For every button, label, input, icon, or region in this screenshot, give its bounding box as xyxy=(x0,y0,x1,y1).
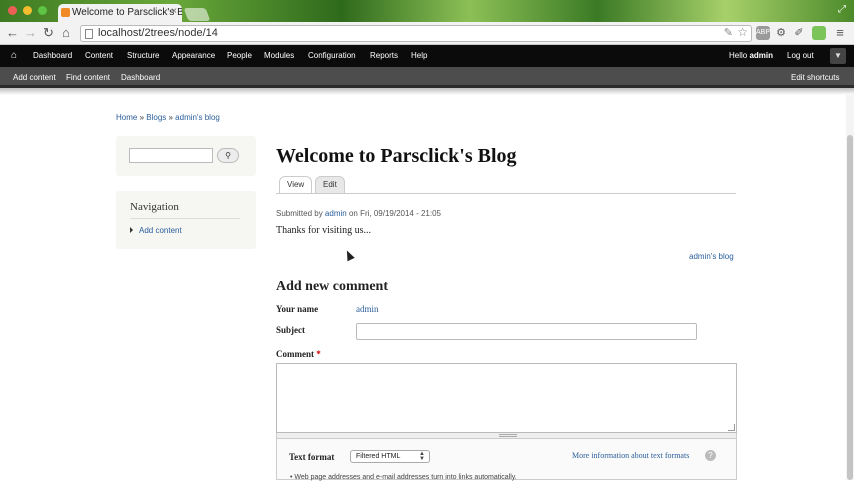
page-scrollbar[interactable] xyxy=(846,95,854,480)
breadcrumb: Home » Blogs » admin's blog xyxy=(116,113,220,122)
breadcrumb-separator: » xyxy=(137,113,147,122)
forward-arrow-icon[interactable]: → xyxy=(24,25,37,40)
close-window-button[interactable] xyxy=(8,6,17,15)
home-icon[interactable]: ⌂ xyxy=(62,25,70,40)
fullscreen-icon[interactable]: ⤢ xyxy=(838,4,846,15)
menu-configuration[interactable]: Configuration xyxy=(308,51,356,60)
blog-link[interactable]: admin's blog xyxy=(689,252,734,261)
drupal-favicon-icon xyxy=(61,8,70,17)
reload-icon[interactable]: ↻ xyxy=(43,25,54,41)
mouse-cursor-icon xyxy=(343,248,355,262)
menu-content[interactable]: Content xyxy=(85,51,113,60)
url-text: localhost/2trees/node/14 xyxy=(98,27,218,39)
toolbar-shadow xyxy=(0,88,854,95)
tabs-divider xyxy=(276,193,736,194)
scrollbar-thumb[interactable] xyxy=(847,135,853,480)
breadcrumb-home[interactable]: Home xyxy=(116,113,137,122)
tab-close-icon[interactable]: × xyxy=(171,6,177,17)
text-format-select[interactable]: Filtered HTML ▲ ▼ xyxy=(350,450,430,463)
admin-toolbar: ⌂ Dashboard Content Structure Appearance… xyxy=(0,45,854,67)
menu-help[interactable]: Help xyxy=(411,51,427,60)
browser-toolbar: ← → ↻ ⌂ localhost/2trees/node/14 ✎ ☆ ABP… xyxy=(0,22,854,45)
navigation-title: Navigation xyxy=(130,201,179,213)
your-name-label: Your name xyxy=(276,304,319,314)
shortcut-find-content[interactable]: Find content xyxy=(66,73,110,82)
shortcut-add-content[interactable]: Add content xyxy=(13,73,56,82)
comment-form-title: Add new comment xyxy=(276,279,388,294)
extension-tool-icon[interactable]: ✐ xyxy=(792,26,806,40)
subject-input[interactable] xyxy=(356,323,697,340)
resize-handle-icon[interactable] xyxy=(499,434,517,437)
shortcut-dashboard[interactable]: Dashboard xyxy=(121,73,160,82)
search-icon: ⚲ xyxy=(225,151,231,160)
greeting-text: Hello xyxy=(729,51,750,60)
menu-reports[interactable]: Reports xyxy=(370,51,398,60)
submitted-date: on Fri, 09/19/2014 - 21:05 xyxy=(346,209,442,218)
nav-item-add-content[interactable]: Add content xyxy=(130,226,182,235)
navigation-block: Navigation Add content xyxy=(116,191,256,249)
subject-label: Subject xyxy=(276,325,305,335)
menu-structure[interactable]: Structure xyxy=(127,51,159,60)
required-marker: * xyxy=(316,349,321,359)
brush-icon[interactable]: ✎ xyxy=(724,26,733,39)
greeting-username[interactable]: admin xyxy=(749,51,773,60)
more-info-link[interactable]: More information about text formats xyxy=(572,451,689,460)
help-icon[interactable]: ? xyxy=(705,450,716,461)
text-format-value: Filtered HTML xyxy=(356,453,401,460)
triangle-right-icon xyxy=(130,227,133,233)
maximize-window-button[interactable] xyxy=(38,6,47,15)
shortcut-bar: Add content Find content Dashboard Edit … xyxy=(0,67,854,88)
author-link[interactable]: admin xyxy=(325,209,347,218)
browser-menu-icon[interactable]: ≡ xyxy=(833,26,847,40)
submitted-info: Submitted by admin on Fri, 09/19/2014 - … xyxy=(276,209,441,218)
extension-gear-icon[interactable]: ⚙ xyxy=(774,26,788,40)
extension-abp-icon[interactable]: ABP xyxy=(756,26,770,40)
submitted-prefix: Submitted by xyxy=(276,209,325,218)
tab-view[interactable]: View xyxy=(279,176,313,194)
search-input[interactable] xyxy=(129,148,213,163)
comment-label-text: Comment xyxy=(276,349,314,359)
new-tab-button[interactable] xyxy=(183,8,211,21)
tab-title: Welcome to Parsclick's Blog xyxy=(72,7,182,18)
page-icon xyxy=(85,29,93,39)
minimize-window-button[interactable] xyxy=(23,6,32,15)
address-bar[interactable]: localhost/2trees/node/14 ✎ ☆ xyxy=(80,25,752,42)
extension-green-icon[interactable] xyxy=(812,26,826,40)
shortcuts-toggle-button[interactable]: ▼ xyxy=(830,48,846,64)
back-arrow-icon[interactable]: ← xyxy=(6,25,19,40)
bookmark-star-icon[interactable]: ☆ xyxy=(737,25,748,39)
select-arrows-icon: ▲ ▼ xyxy=(419,451,425,462)
user-greeting: Hello admin xyxy=(729,51,773,60)
search-block: ⚲ xyxy=(116,136,256,176)
breadcrumb-separator: » xyxy=(166,113,176,122)
your-name-value[interactable]: admin xyxy=(356,304,379,314)
breadcrumb-admins-blog[interactable]: admin's blog xyxy=(175,113,220,122)
browser-titlebar: Welcome to Parsclick's Blog × ⤢ xyxy=(0,0,854,22)
breadcrumb-blogs[interactable]: Blogs xyxy=(146,113,166,122)
resize-grip-icon[interactable] xyxy=(728,424,735,431)
edit-shortcuts-link[interactable]: Edit shortcuts xyxy=(791,73,839,82)
tab-edit[interactable]: Edit xyxy=(315,176,345,194)
menu-modules[interactable]: Modules xyxy=(264,51,294,60)
nav-item-label[interactable]: Add content xyxy=(139,226,182,235)
menu-dashboard[interactable]: Dashboard xyxy=(33,51,72,60)
logout-link[interactable]: Log out xyxy=(787,51,814,60)
navigation-divider xyxy=(130,218,240,219)
page-title: Welcome to Parsclick's Blog xyxy=(276,145,517,167)
admin-home-icon[interactable]: ⌂ xyxy=(11,50,17,61)
menu-appearance[interactable]: Appearance xyxy=(172,51,215,60)
menu-people[interactable]: People xyxy=(227,51,252,60)
node-body: Thanks for visiting us... xyxy=(276,225,371,236)
text-format-label: Text format xyxy=(289,452,335,462)
comment-label: Comment * xyxy=(276,349,321,359)
browser-tab[interactable]: Welcome to Parsclick's Blog × xyxy=(58,4,182,22)
search-button[interactable]: ⚲ xyxy=(217,148,239,163)
comment-textarea[interactable] xyxy=(276,363,737,433)
